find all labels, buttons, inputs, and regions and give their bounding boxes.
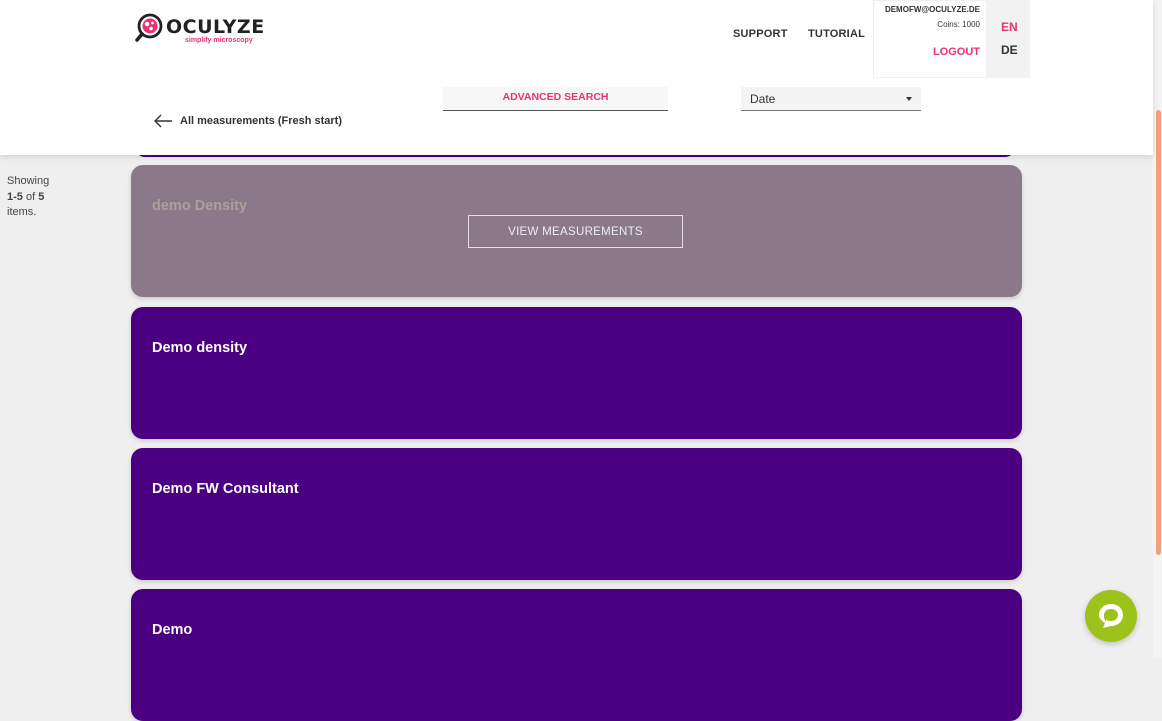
card-title: Demo <box>152 622 193 638</box>
language-switcher: EN DE <box>987 0 1030 78</box>
card-title: Demo FW Consultant <box>152 481 299 497</box>
language-de-button[interactable]: DE <box>1001 43 1018 57</box>
logout-button[interactable]: LOGOUT <box>933 46 980 58</box>
scrollbar[interactable] <box>1153 0 1162 658</box>
card-title: Demo density <box>152 340 248 356</box>
card-title: demo Density <box>152 198 248 214</box>
measurement-card[interactable]: Demo density <box>131 307 1022 439</box>
arrow-left-icon <box>154 114 172 128</box>
back-link-label: All measurements (Fresh start) <box>180 115 342 127</box>
pagination-of: of <box>25 190 36 203</box>
pagination-prefix: Showing <box>7 175 50 187</box>
measurement-card[interactable]: demo Density VIEW MEASUREMENTS <box>131 165 1022 297</box>
view-measurements-button[interactable]: VIEW MEASUREMENTS <box>468 215 683 248</box>
sort-selected-value: Date <box>750 92 776 106</box>
logo-icon <box>135 13 163 42</box>
scrollbar-thumb[interactable] <box>1156 110 1161 555</box>
brand-tagline: simplify microscopy <box>185 37 253 44</box>
caret-down-icon <box>906 97 912 101</box>
language-en-button[interactable]: EN <box>1001 20 1018 34</box>
account-email: DEMOFW@OCULYZE.DE <box>884 5 980 14</box>
nav-support-link[interactable]: SUPPORT <box>733 28 788 40</box>
brand-name: OCULYZE <box>166 16 265 38</box>
page-header: OCULYZE simplify microscopy SUPPORT TUTO… <box>0 0 1153 155</box>
chat-widget-button[interactable] <box>1085 590 1137 642</box>
nav-tutorial-link[interactable]: TUTORIAL <box>808 28 865 40</box>
measurement-card[interactable]: Demo FW Consultant <box>131 448 1022 580</box>
pagination-total: 5 <box>38 190 45 203</box>
account-coins: Coins: 1000 <box>937 20 980 29</box>
chat-bubble-icon <box>1099 604 1123 628</box>
account-panel: DEMOFW@OCULYZE.DE Coins: 1000 LOGOUT <box>873 0 987 78</box>
pagination-suffix: items. <box>7 206 37 218</box>
sort-select[interactable]: Date <box>741 87 921 111</box>
measurement-card[interactable]: Demo <box>131 589 1022 721</box>
pagination-range: 1-5 <box>7 190 23 203</box>
pagination-summary: Showing 1-5 of 5 items. <box>7 174 67 221</box>
brand-logo[interactable]: OCULYZE simplify microscopy <box>135 13 275 47</box>
advanced-search-button[interactable]: ADVANCED SEARCH <box>443 87 668 111</box>
